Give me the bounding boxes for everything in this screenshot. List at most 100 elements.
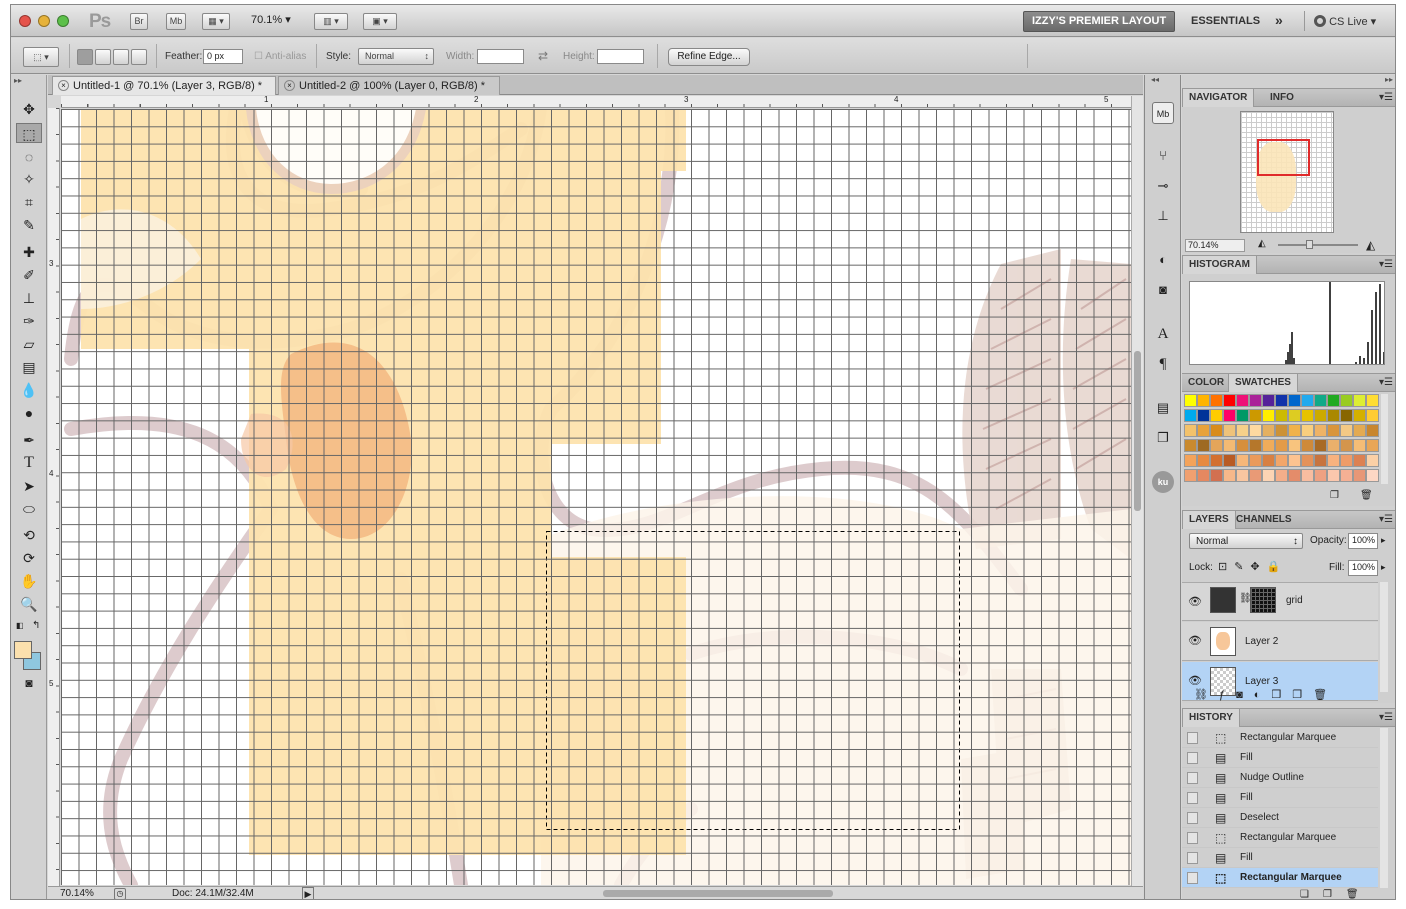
swatch[interactable] [1314,409,1327,422]
swatch[interactable] [1366,469,1379,482]
hand-tool-icon[interactable]: ✋ [16,571,42,591]
default-colors-icon[interactable]: ◧ [16,621,24,630]
vertical-scrollbar[interactable] [1131,96,1143,886]
3d-rotate-tool-icon[interactable]: ⟲ [16,525,42,545]
kuler-icon[interactable]: ku [1152,471,1174,493]
swatch[interactable] [1262,409,1275,422]
swatch[interactable] [1223,394,1236,407]
history-item[interactable]: ▤ Fill [1182,788,1378,808]
layer-name[interactable]: Layer 2 [1245,636,1278,647]
swatches-scrollbar[interactable] [1381,394,1388,484]
swatch[interactable] [1366,409,1379,422]
lock-icons[interactable]: ⊡✎✥🔒 [1218,560,1287,573]
navigator-view-box[interactable] [1257,139,1310,176]
swatch[interactable] [1275,439,1288,452]
opacity-arrow-icon[interactable]: ▸ [1381,535,1386,546]
tab-channels[interactable]: CHANNELS [1230,511,1298,529]
swatch[interactable] [1288,469,1301,482]
close-tab-icon[interactable]: × [58,80,69,91]
tab-untitled-1[interactable]: × Untitled-1 @ 70.1% (Layer 3, RGB/8) * [52,76,276,95]
panel-menu-icon[interactable]: ▾☰ [1379,259,1393,270]
swatch[interactable] [1353,394,1366,407]
swatch-grid[interactable] [1184,394,1379,484]
swatch[interactable] [1353,409,1366,422]
swatch[interactable] [1210,424,1223,437]
minimize-window-button[interactable] [38,15,50,27]
swatch[interactable] [1197,439,1210,452]
swatch[interactable] [1366,454,1379,467]
panel-menu-icon[interactable]: ▾☰ [1379,712,1393,723]
swatch[interactable] [1223,409,1236,422]
dodge-tool-icon[interactable]: ● [16,403,42,423]
history-item[interactable]: ⬚ Rectangular Marquee [1182,868,1378,888]
foreground-color-swatch[interactable] [14,641,32,659]
swatch[interactable] [1288,454,1301,467]
fill-arrow-icon[interactable]: ▸ [1381,562,1386,573]
swatch[interactable] [1340,394,1353,407]
swatch[interactable] [1353,469,1366,482]
swatch[interactable] [1288,409,1301,422]
history-source-checkbox[interactable] [1187,752,1198,764]
swatch[interactable] [1249,424,1262,437]
brush-tool-icon[interactable]: ✐ [16,265,42,285]
width-input[interactable] [477,49,524,64]
swatch[interactable] [1327,409,1340,422]
tool-preset-picker[interactable]: ⬚ ▾ [23,47,59,67]
workspace-izzy-button[interactable]: IZZY'S PREMIER LAYOUT [1023,11,1176,32]
swatch[interactable] [1288,394,1301,407]
eye-icon[interactable]: 👁 [1188,634,1202,647]
history-source-checkbox[interactable] [1187,832,1198,844]
history-source-checkbox[interactable] [1187,732,1198,744]
status-info-icon[interactable]: ◷ [114,888,126,899]
tab-histogram[interactable]: HISTOGRAM [1182,256,1257,274]
history-item[interactable]: ▤ Fill [1182,848,1378,868]
cs-live-button[interactable]: CS Live ▾ [1314,15,1376,28]
swatch[interactable] [1340,409,1353,422]
history-source-checkbox[interactable] [1187,872,1198,884]
swatch[interactable] [1275,454,1288,467]
status-menu-arrow-icon[interactable]: ▶ [302,887,314,899]
collapse-icon[interactable]: ▸▸ [14,76,22,85]
swatch[interactable] [1197,454,1210,467]
swatch[interactable] [1340,454,1353,467]
swatch[interactable] [1236,454,1249,467]
swatch[interactable] [1262,469,1275,482]
swatch[interactable] [1197,394,1210,407]
panel-menu-icon[interactable]: ▾☰ [1379,92,1393,103]
swatch[interactable] [1301,394,1314,407]
swatch[interactable] [1327,439,1340,452]
panel-menu-icon[interactable]: ▾☰ [1379,377,1393,388]
swatch[interactable] [1340,424,1353,437]
swatch[interactable] [1275,424,1288,437]
swatch[interactable] [1197,424,1210,437]
swatch[interactable] [1262,454,1275,467]
swatch[interactable] [1275,409,1288,422]
history-item[interactable]: ⬚ Rectangular Marquee [1182,828,1378,848]
intersect-selection-icon[interactable] [131,49,147,65]
swatch[interactable] [1184,454,1197,467]
eraser-tool-icon[interactable]: ▱ [16,334,42,354]
fill-input[interactable]: 100% [1348,560,1378,576]
swatch[interactable] [1236,409,1249,422]
panel-menu-icon[interactable]: ▾☰ [1379,514,1393,525]
swatch[interactable] [1210,409,1223,422]
swatch[interactable] [1210,394,1223,407]
brush-presets-icon[interactable]: ⊸ [1152,175,1174,197]
swatch[interactable] [1249,394,1262,407]
shape-tool-icon[interactable]: ⬭ [16,499,42,519]
swatch[interactable] [1249,454,1262,467]
swatch[interactable] [1236,424,1249,437]
view-extras-icon[interactable]: ▦ ▾ [202,13,230,30]
eye-icon[interactable]: 👁 [1188,674,1202,687]
history-item[interactable]: ▤ Deselect [1182,808,1378,828]
character-icon[interactable]: A [1152,323,1174,345]
swatch[interactable] [1223,439,1236,452]
swatch[interactable] [1353,424,1366,437]
swatch[interactable] [1249,469,1262,482]
swatch[interactable] [1314,394,1327,407]
eye-icon[interactable]: 👁 [1188,595,1202,608]
swatch[interactable] [1301,454,1314,467]
swatch[interactable] [1327,454,1340,467]
adjustments-icon[interactable]: ◐ [1152,249,1174,271]
swatch[interactable] [1301,409,1314,422]
